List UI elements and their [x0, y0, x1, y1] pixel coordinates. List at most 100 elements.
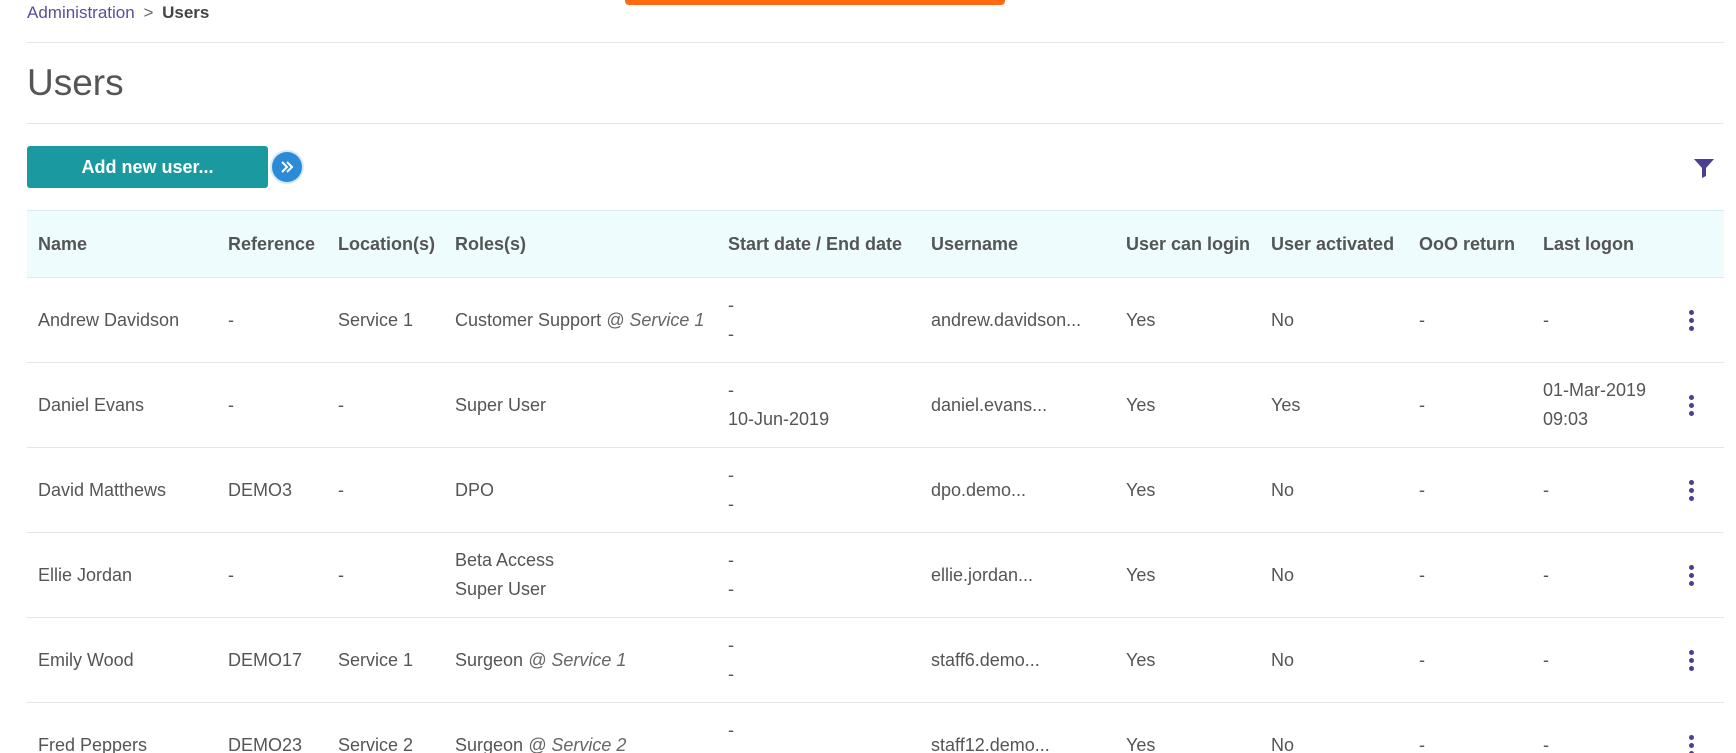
cell-can-login: Yes — [1126, 533, 1155, 617]
user-locations: - — [338, 479, 344, 500]
cell-roles: Surgeon @ Service 1 — [455, 618, 626, 702]
double-chevron-right-icon — [281, 161, 294, 173]
menu-dot — [1688, 734, 1694, 740]
menu-dot — [1688, 325, 1694, 331]
end-date: - — [728, 494, 734, 514]
activated-value: No — [1271, 564, 1295, 585]
cell-dates: -- — [728, 448, 734, 532]
breadcrumb: Administration > Users — [27, 3, 209, 23]
row-actions-menu-icon[interactable] — [1688, 309, 1694, 331]
menu-dot — [1688, 580, 1694, 586]
top-notification-banner — [625, 0, 1005, 5]
ooo-return-value: - — [1419, 649, 1425, 670]
column-header-reference[interactable]: Reference — [228, 211, 315, 277]
cell-last-logon: - — [1543, 703, 1549, 753]
row-actions-menu-icon[interactable] — [1688, 479, 1694, 501]
cell-locations: Service 1 — [338, 618, 413, 702]
cell-ooo-return: - — [1419, 533, 1425, 617]
breadcrumb-current: Users — [162, 3, 210, 22]
role-entry: DPO — [455, 476, 494, 505]
last-logon-value: - — [1543, 649, 1549, 670]
last-logon-value: 01-Mar-2019 — [1543, 380, 1647, 400]
ooo-return-value: - — [1419, 564, 1425, 585]
menu-dot — [1688, 317, 1694, 323]
filter-icon[interactable] — [1693, 157, 1715, 179]
divider — [27, 42, 1724, 43]
end-date: - — [728, 664, 734, 684]
cell-ooo-return: - — [1419, 448, 1425, 532]
username: dpo.demo... — [931, 479, 1027, 500]
column-header-last-logon[interactable]: Last logon — [1543, 211, 1634, 277]
cell-activated: No — [1271, 703, 1294, 753]
table-row[interactable]: Andrew Davidson - Service 1 Customer Suppor… — [27, 278, 1724, 363]
column-header-dates[interactable]: Start date / End date — [728, 211, 902, 277]
cell-row-actions — [1681, 278, 1701, 362]
user-reference: - — [228, 394, 234, 415]
role-name: Super User — [455, 579, 547, 599]
last-logon-value: - — [1543, 309, 1549, 330]
column-header-username[interactable]: Username — [931, 211, 1018, 277]
breadcrumb-administration-link[interactable]: Administration — [27, 3, 135, 22]
user-locations: Service 1 — [338, 309, 414, 330]
cell-can-login: Yes — [1126, 703, 1155, 753]
row-actions-menu-icon[interactable] — [1688, 394, 1694, 416]
cell-dates: -- — [728, 533, 734, 617]
end-date: 10-Jun-2019 — [728, 409, 830, 429]
ooo-return-value: - — [1419, 394, 1425, 415]
cell-can-login: Yes — [1126, 448, 1155, 532]
column-header-locations[interactable]: Location(s) — [338, 211, 435, 277]
user-locations: - — [338, 564, 344, 585]
role-name: Surgeon — [455, 734, 524, 753]
column-header-ooo-return[interactable]: OoO return — [1419, 211, 1515, 277]
column-header-activated[interactable]: User activated — [1271, 211, 1394, 277]
cell-ooo-return: - — [1419, 363, 1425, 447]
cell-last-logon: - — [1543, 618, 1549, 702]
cell-roles: Beta Access Super User — [455, 533, 554, 617]
cell-dates: - 10-Jun-2019 — [728, 363, 829, 447]
cell-row-actions — [1681, 618, 1701, 702]
cell-activated: Yes — [1271, 363, 1300, 447]
table-row[interactable]: Emily Wood DEMO17 Service 1 Surgeon @ Servi… — [27, 618, 1724, 703]
can-login-value: Yes — [1126, 564, 1156, 585]
role-entry: Surgeon @ Service 1 — [455, 646, 626, 675]
row-actions-menu-icon[interactable] — [1688, 734, 1694, 753]
user-reference: DEMO3 — [228, 479, 293, 500]
expand-actions-button[interactable] — [272, 152, 302, 182]
cell-name: Andrew Davidson — [38, 278, 179, 362]
cell-reference: - — [228, 278, 234, 362]
row-actions-menu-icon[interactable] — [1688, 649, 1694, 671]
user-reference: DEMO23 — [228, 734, 303, 753]
role-entry: Customer Support @ Service 1 — [455, 306, 704, 335]
activated-value: Yes — [1271, 394, 1301, 415]
username: daniel.evans... — [931, 394, 1048, 415]
can-login-value: Yes — [1126, 309, 1156, 330]
start-date: - — [728, 380, 734, 400]
cell-username: staff12.demo... — [931, 703, 1050, 753]
column-header-roles[interactable]: Roles(s) — [455, 211, 526, 277]
cell-username: andrew.davidson... — [931, 278, 1081, 362]
cell-can-login: Yes — [1126, 278, 1155, 362]
menu-dot — [1688, 479, 1694, 485]
can-login-value: Yes — [1126, 734, 1156, 753]
cell-locations: - — [338, 363, 344, 447]
cell-ooo-return: - — [1419, 703, 1425, 753]
cell-reference: DEMO3 — [228, 448, 292, 532]
cell-last-logon: 01-Mar-2019 09:03 — [1543, 363, 1646, 447]
cell-locations: - — [338, 533, 344, 617]
username: ellie.jordan... — [931, 564, 1034, 585]
cell-dates: -- — [728, 278, 734, 362]
table-row[interactable]: Fred Peppers DEMO23 Service 2 Surgeon @ Ser… — [27, 703, 1724, 753]
cell-last-logon: - — [1543, 448, 1549, 532]
table-row[interactable]: Daniel Evans - - Super User - 10-Jun-2019 dani… — [27, 363, 1724, 448]
table-row[interactable]: David Matthews DEMO3- DPO - - dpo.demo... Yes N… — [27, 448, 1724, 533]
menu-dot — [1688, 649, 1694, 655]
table-row[interactable]: Ellie Jordan - - Beta Access Super User - - ell… — [27, 533, 1724, 618]
user-reference: DEMO17 — [228, 649, 303, 670]
role-location: @ Service 1 — [606, 309, 705, 330]
row-actions-menu-icon[interactable] — [1688, 564, 1694, 586]
column-header-can-login[interactable]: User can login — [1126, 211, 1250, 277]
role-entry: Super User — [455, 575, 554, 604]
add-new-user-button[interactable]: Add new user... — [27, 146, 268, 188]
column-header-name[interactable]: Name — [38, 211, 87, 277]
cell-activated: No — [1271, 448, 1294, 532]
